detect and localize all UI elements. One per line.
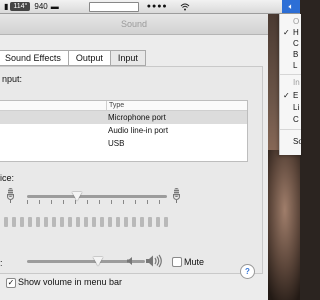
- status-graph-icon: ▬: [50, 2, 59, 11]
- microphone-high-icon: [172, 188, 181, 204]
- input-volume-label: ice:: [0, 173, 15, 183]
- tab-pane: [0, 66, 263, 274]
- counter-status[interactable]: 940 ▬: [34, 0, 58, 13]
- temperature-readout: 114°: [10, 2, 31, 11]
- output-volume-label: :: [0, 258, 3, 268]
- help-button[interactable]: ?: [240, 264, 255, 279]
- volume-menu-extra[interactable]: 🔈︎: [282, 0, 300, 13]
- window-title: Sound: [0, 14, 268, 35]
- device-type-cell: Microphone port: [108, 113, 166, 122]
- menu-item-sound-preferences[interactable]: So: [293, 137, 301, 147]
- input-level-meter: [4, 217, 168, 227]
- mute-label: Mute: [184, 257, 205, 267]
- menu-item[interactable]: B: [293, 50, 298, 60]
- menu-separator: [280, 129, 301, 130]
- menu-checkmark: ✓: [283, 28, 290, 37]
- column-header-type[interactable]: Type: [106, 101, 124, 110]
- input-volume-slider[interactable]: [72, 192, 83, 201]
- tab-input[interactable]: Input: [109, 50, 146, 66]
- tab-sound-effects[interactable]: Sound Effects: [0, 50, 68, 66]
- mute-checkbox[interactable]: [172, 257, 182, 267]
- menubar-search-field[interactable]: [88, 1, 139, 12]
- speaker-icon: 🔈︎: [288, 1, 294, 11]
- menubar-dots-icon[interactable]: ●●●●: [147, 3, 168, 10]
- input-volume-ticks: [27, 200, 168, 204]
- menu-item[interactable]: E: [293, 91, 298, 101]
- tab-bar: Sound Effects Output Input: [0, 50, 146, 66]
- show-volume-checkbox[interactable]: ✓: [6, 278, 16, 288]
- device-type-cell: Audio line-in port: [108, 126, 169, 135]
- menu-separator: [280, 74, 301, 75]
- sound-output-menu: O ✓ H C B L In ✓ E Li C So: [279, 14, 301, 155]
- wifi-icon[interactable]: [180, 0, 190, 13]
- menu-item[interactable]: Li: [293, 103, 299, 113]
- table-header: Type: [0, 101, 247, 111]
- input-device-table[interactable]: Type Microphone port Audio line-in port …: [0, 100, 248, 162]
- speaker-high-icon: [146, 254, 162, 268]
- thermometer-status[interactable]: ▮ 114°: [4, 0, 31, 13]
- show-volume-label: Show volume in menu bar: [18, 277, 123, 287]
- speaker-low-icon: [127, 257, 132, 265]
- table-row[interactable]: Audio line-in port: [0, 124, 247, 137]
- table-row[interactable]: Microphone port: [0, 111, 247, 124]
- menu-section-input: In: [293, 78, 300, 87]
- counter-readout: 940: [34, 2, 48, 11]
- input-volume-track[interactable]: [27, 195, 167, 198]
- output-volume-slider[interactable]: [92, 257, 103, 266]
- menu-item[interactable]: L: [293, 61, 297, 71]
- table-row[interactable]: USB: [0, 137, 247, 150]
- tab-output[interactable]: Output: [67, 50, 110, 66]
- menu-item[interactable]: C: [293, 39, 299, 49]
- microphone-low-icon: [6, 188, 15, 204]
- menu-section-output: O: [293, 17, 300, 26]
- menu-checkmark: ✓: [283, 91, 290, 100]
- menu-item[interactable]: C: [293, 115, 299, 125]
- device-list-heading: nput:: [2, 74, 23, 84]
- menu-bar: ▮ 114° 940 ▬ ●●●●: [0, 0, 300, 14]
- menu-item[interactable]: H: [293, 28, 299, 38]
- battery-icon: ▮: [4, 2, 9, 11]
- device-type-cell: USB: [108, 139, 125, 148]
- sound-preferences-window: Sound Sound Effects Output Input nput: T…: [0, 14, 268, 300]
